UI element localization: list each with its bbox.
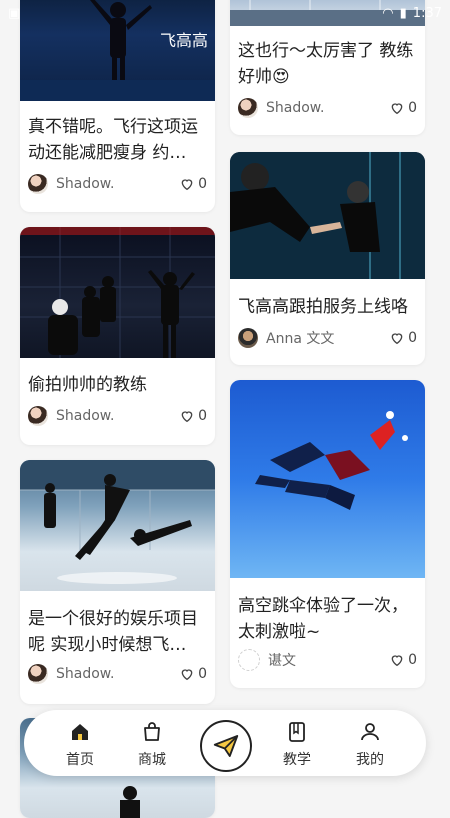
post-meta: Shadow. 0	[238, 97, 417, 119]
nav-center-button[interactable]	[200, 720, 252, 772]
heart-icon	[181, 669, 193, 681]
heart-icon	[181, 179, 193, 191]
author-name[interactable]: Shadow.	[56, 176, 179, 192]
post-meta: Anna 文文 0	[238, 327, 417, 349]
post-meta: Shadow. 0	[28, 663, 207, 685]
author-avatar[interactable]	[28, 174, 48, 194]
post-image	[230, 152, 425, 279]
status-bar: ▣ ◠ ▮ 1:37	[0, 0, 450, 26]
like-count: 0	[408, 100, 417, 116]
author-name[interactable]: Shadow.	[266, 100, 389, 116]
status-notification-icon: ▣	[8, 5, 21, 21]
like-button[interactable]: 0	[389, 330, 417, 346]
post-meta: Shadow. 0	[28, 405, 207, 427]
like-count: 0	[198, 176, 207, 192]
like-button[interactable]: 0	[179, 666, 207, 682]
post-title: 高空跳伞体验了一次，太刺激啦~	[238, 596, 408, 642]
book-icon	[289, 722, 305, 742]
heart-icon	[181, 411, 193, 423]
status-time: 1:37	[412, 5, 442, 21]
nav-profile-label: 我的	[356, 752, 384, 768]
battery-icon: ▮	[399, 5, 407, 21]
post-title: 真不错呢。飞行这项运动还能减肥瘦身 约…	[28, 117, 198, 163]
like-count: 0	[408, 330, 417, 346]
author-name[interactable]: Shadow.	[56, 408, 179, 424]
nav-home[interactable]: 首页	[50, 720, 110, 769]
heart-icon	[391, 655, 403, 667]
image-caption: 飞高高	[160, 31, 208, 50]
post-card[interactable]: 偷拍帅帅的教练 Shadow. 0	[20, 227, 215, 445]
wifi-icon: ◠	[382, 5, 394, 21]
post-card[interactable]: 高空跳伞体验了一次，太刺激啦~ 谌文 0	[230, 380, 425, 688]
author-avatar[interactable]	[28, 406, 48, 426]
post-card[interactable]: 飞高高 真不错呢。飞行这项运动还能减肥瘦身 约… Shadow. 0	[20, 0, 215, 212]
like-button[interactable]: 0	[179, 408, 207, 424]
bottom-navigation: 首页 商城 教学 我的	[24, 710, 426, 776]
post-image	[230, 380, 425, 578]
home-icon	[72, 724, 88, 740]
author-avatar[interactable]	[238, 328, 258, 348]
like-count: 0	[408, 652, 417, 668]
author-avatar[interactable]	[28, 664, 48, 684]
nav-teaching-label: 教学	[283, 752, 311, 768]
user-icon	[361, 723, 379, 741]
post-card[interactable]: 是一个很好的娱乐项目呢 实现小时候想飞… Shadow. 0	[20, 460, 215, 704]
like-button[interactable]: 0	[179, 176, 207, 192]
status-right: ◠ ▮ 1:37	[382, 6, 442, 21]
feed[interactable]: 飞高高 真不错呢。飞行这项运动还能减肥瘦身 约… Shadow. 0 偷拍帅帅的…	[0, 0, 450, 818]
post-image	[20, 460, 215, 591]
post-meta: 谌文 0	[238, 649, 417, 671]
post-image	[20, 227, 215, 358]
nav-home-label: 首页	[66, 752, 94, 768]
author-name[interactable]: 谌文	[268, 650, 389, 670]
post-meta: Shadow. 0	[28, 173, 207, 195]
nav-shop[interactable]: 商城	[122, 720, 182, 769]
post-title: 飞高高跟拍服务上线咯	[238, 297, 408, 317]
bag-icon	[144, 722, 160, 741]
like-button[interactable]: 0	[389, 652, 417, 668]
author-name[interactable]: Shadow.	[56, 666, 179, 682]
like-button[interactable]: 0	[389, 100, 417, 116]
post-title: 偷拍帅帅的教练	[28, 375, 147, 395]
post-title: 这也行～太厉害了 教练好帅😍	[238, 41, 414, 87]
post-card[interactable]: 飞高高跟拍服务上线咯 Anna 文文 0	[230, 152, 425, 365]
like-count: 0	[198, 408, 207, 424]
heart-icon	[391, 103, 403, 115]
like-count: 0	[198, 666, 207, 682]
post-title: 是一个很好的娱乐项目呢 实现小时候想飞…	[28, 609, 198, 655]
heart-icon	[391, 333, 403, 345]
nav-teaching[interactable]: 教学	[267, 720, 327, 769]
paper-plane-icon	[213, 735, 239, 757]
nav-profile[interactable]: 我的	[340, 720, 400, 769]
author-avatar[interactable]	[238, 649, 260, 671]
nav-shop-label: 商城	[138, 752, 166, 768]
author-avatar[interactable]	[238, 98, 258, 118]
author-name[interactable]: Anna 文文	[266, 328, 389, 348]
